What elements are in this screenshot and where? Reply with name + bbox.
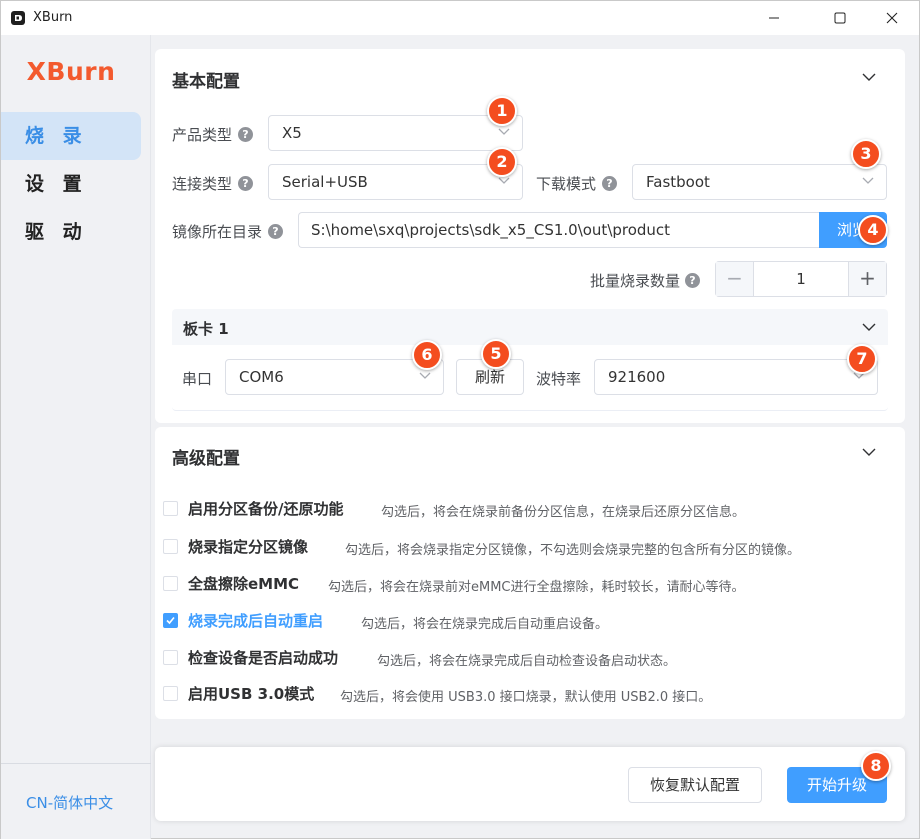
title-bar: XBurn — [1, 1, 919, 35]
product-type-label: 产品类型 — [172, 126, 233, 144]
sidebar-item-burn[interactable]: 烧 录 — [1, 112, 141, 160]
connection-type-label: 连接类型 — [172, 175, 233, 193]
close-button[interactable] — [869, 1, 915, 35]
option-label: 启用分区备份/还原功能 — [188, 500, 344, 518]
annotation-badge-2: 2 — [487, 147, 517, 177]
connection-type-value: Serial+USB — [282, 173, 368, 191]
board-header[interactable]: 板卡 1 — [172, 309, 888, 345]
connection-type-select[interactable]: Serial+USB — [268, 164, 523, 200]
option-description: 勾选后，将会在烧录前对eMMC进行全盘擦除，耗时较长，请耐心等待。 — [328, 580, 745, 595]
check-icon — [166, 616, 175, 625]
chevron-down-icon — [498, 128, 510, 135]
close-icon — [886, 12, 898, 24]
batch-count-value[interactable]: 1 — [754, 262, 848, 296]
reset-defaults-button[interactable]: 恢复默认配置 — [628, 767, 762, 803]
sidebar-item-driver[interactable]: 驱 动 — [1, 208, 141, 256]
baud-rate-label: 波特率 — [536, 370, 582, 388]
sidebar-divider — [1, 763, 151, 764]
annotation-badge-4: 4 — [858, 215, 888, 245]
download-mode-help-icon[interactable]: ? — [602, 176, 617, 191]
collapse-basic-chevron-icon[interactable] — [862, 72, 876, 82]
batch-count-stepper: − 1 + — [715, 261, 887, 297]
option-description: 勾选后，将会使用 USB3.0 接口烧录，默认使用 USB2.0 接口。 — [340, 690, 712, 705]
image-dir-label: 镜像所在目录 — [172, 223, 263, 241]
product-type-select[interactable]: X5 — [268, 115, 523, 151]
option-label: 烧录指定分区镜像 — [188, 538, 309, 556]
annotation-badge-8: 8 — [861, 751, 891, 781]
annotation-badge-6: 6 — [412, 340, 442, 370]
app-logo-icon — [11, 11, 25, 25]
basic-config-title: 基本配置 — [172, 72, 240, 92]
collapse-advanced-chevron-icon[interactable] — [862, 447, 876, 457]
option-label: 烧录完成后自动重启 — [188, 612, 324, 630]
product-type-help-icon[interactable]: ? — [238, 127, 253, 142]
maximize-button[interactable] — [817, 1, 863, 35]
baud-rate-value: 921600 — [608, 368, 666, 386]
annotation-badge-7: 7 — [847, 344, 877, 374]
product-type-value: X5 — [282, 124, 302, 142]
app-window: XBurn XBurn 烧 录 设 置 驱 动 CN-简体中文 基本配置 产品类… — [0, 0, 920, 839]
option-description: 勾选后，将会烧录指定分区镜像，不勾选则会烧录完整的包含所有分区的镜像。 — [345, 543, 801, 558]
option-label: 全盘擦除eMMC — [188, 575, 300, 593]
collapse-board-chevron-icon[interactable] — [862, 322, 876, 332]
checkbox[interactable] — [163, 576, 178, 591]
decrement-button[interactable]: − — [716, 262, 754, 296]
checkbox[interactable] — [163, 501, 178, 516]
connection-type-help-icon[interactable]: ? — [238, 176, 253, 191]
board-title: 板卡 1 — [183, 320, 229, 338]
baud-rate-select[interactable]: 921600 — [594, 359, 878, 395]
language-switch[interactable]: CN-简体中文 — [26, 792, 113, 813]
checkbox[interactable] — [163, 650, 178, 665]
option-description: 勾选后，将会在烧录完成后自动检查设备启动状态。 — [377, 654, 677, 669]
sidebar: XBurn 烧 录 设 置 驱 动 CN-简体中文 — [1, 35, 151, 839]
option-description: 勾选后，将会在烧录完成后自动重启设备。 — [361, 617, 609, 632]
image-dir-input[interactable]: S:\home\sxq\projects\sdk_x5_CS1.0\out\pr… — [298, 212, 820, 248]
download-mode-select[interactable]: Fastboot — [632, 164, 887, 200]
checkbox-checked[interactable] — [163, 613, 178, 628]
option-description: 勾选后，将会在烧录前备份分区信息，在烧录后还原分区信息。 — [381, 505, 746, 520]
increment-button[interactable]: + — [848, 262, 886, 296]
checkbox[interactable] — [163, 539, 178, 554]
checkbox[interactable] — [163, 686, 178, 701]
download-mode-label: 下载模式 — [536, 175, 597, 193]
annotation-badge-5: 5 — [481, 339, 511, 369]
image-dir-help-icon[interactable]: ? — [268, 224, 283, 239]
option-label: 检查设备是否启动成功 — [188, 649, 339, 667]
serial-port-label: 串口 — [182, 370, 213, 388]
download-mode-value: Fastboot — [646, 173, 710, 191]
chevron-down-icon — [862, 177, 874, 184]
brand-logo: XBurn — [26, 57, 116, 86]
annotation-badge-1: 1 — [487, 96, 517, 126]
serial-port-value: COM6 — [239, 368, 284, 386]
chevron-down-icon — [419, 372, 431, 379]
batch-count-help-icon[interactable]: ? — [685, 273, 700, 288]
window-title: XBurn — [33, 10, 73, 25]
minimize-button[interactable] — [751, 1, 797, 35]
batch-count-label: 批量烧录数量 — [590, 272, 681, 290]
option-label: 启用USB 3.0模式 — [188, 685, 315, 703]
minimize-icon — [769, 17, 779, 19]
chevron-down-icon — [498, 177, 510, 184]
sidebar-item-settings[interactable]: 设 置 — [1, 160, 141, 208]
annotation-badge-3: 3 — [851, 139, 881, 169]
maximize-icon — [834, 12, 846, 24]
advanced-config-title: 高级配置 — [172, 449, 240, 469]
serial-port-select[interactable]: COM6 — [225, 359, 444, 395]
